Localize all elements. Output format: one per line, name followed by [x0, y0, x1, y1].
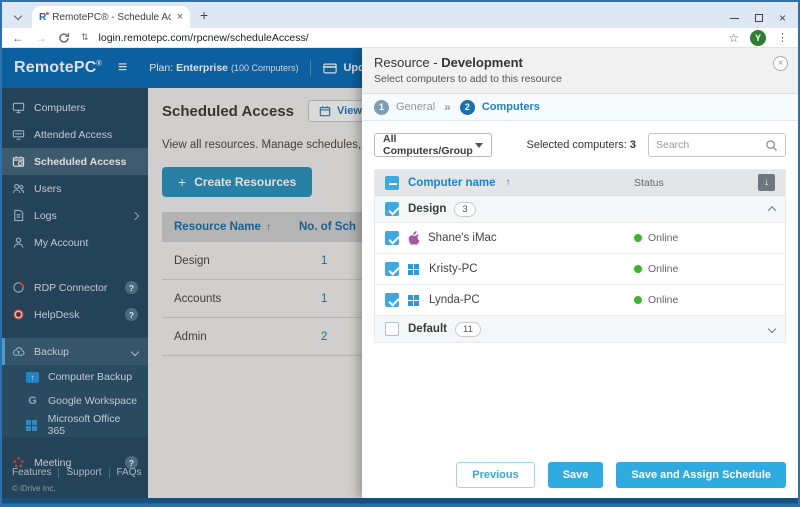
resource-panel: Resource - Development Select computers … — [362, 48, 798, 498]
previous-button[interactable]: Previous — [456, 462, 534, 488]
panel-title: Resource - Development — [374, 55, 786, 70]
search-icon[interactable] — [765, 139, 778, 152]
group-count-badge: 11 — [455, 322, 481, 337]
computer-row[interactable]: Kristy-PC Online — [375, 254, 785, 285]
remotepc-favicon: R — [39, 12, 46, 23]
search-input[interactable] — [656, 139, 761, 151]
address-bar: ← → ⇅ login.remotepc.com/rpcnew/schedule… — [2, 28, 798, 48]
steps-separator-icon: » — [444, 100, 451, 114]
bookmark-star-icon[interactable]: ☆ — [728, 31, 739, 45]
windows-icon — [408, 295, 421, 306]
panel-header: Resource - Development Select computers … — [362, 48, 798, 94]
tab-close-icon[interactable]: × — [177, 11, 183, 23]
computer-checkbox[interactable] — [385, 262, 399, 276]
maximize-icon[interactable] — [755, 14, 763, 22]
window-close-icon[interactable]: × — [779, 14, 786, 22]
window-controls: × — [730, 14, 798, 28]
select-all-checkbox[interactable] — [385, 176, 399, 190]
app-window: RemotePC® ≡ Plan: Enterprise (100 Comput… — [2, 48, 798, 498]
reload-icon[interactable] — [58, 32, 70, 44]
browser-menu-icon[interactable]: ⋮ — [777, 31, 788, 44]
close-icon[interactable]: × — [773, 56, 788, 71]
sort-asc-icon[interactable]: ↑ — [506, 177, 511, 188]
group-count-badge: 3 — [454, 202, 475, 217]
panel-body: All Computers/Group Selected computers: … — [362, 121, 798, 462]
wizard-steps: 1 General » 2 Computers — [362, 94, 798, 121]
panel-footer: Previous Save Save and Assign Schedule — [362, 462, 798, 498]
computer-row[interactable]: Shane's iMac Online — [375, 223, 785, 254]
site-info-icon[interactable]: ⇅ — [81, 32, 88, 43]
online-status-dot — [634, 265, 642, 273]
back-icon[interactable]: ← — [12, 32, 24, 44]
save-assign-schedule-button[interactable]: Save and Assign Schedule — [616, 462, 786, 488]
window-bottom-edge — [2, 498, 798, 505]
group-checkbox[interactable] — [385, 202, 399, 216]
computers-group-dropdown[interactable]: All Computers/Group — [374, 133, 492, 157]
save-button[interactable]: Save — [548, 462, 604, 488]
download-icon[interactable]: ↓ — [758, 174, 775, 191]
forward-icon[interactable]: → — [35, 32, 47, 44]
selected-computers-count: Selected computers: 3 — [527, 139, 636, 151]
caret-down-icon — [475, 143, 483, 148]
browser-avatar[interactable]: Y — [750, 30, 766, 46]
windows-icon — [408, 264, 421, 275]
apple-icon — [408, 231, 420, 245]
online-status-dot — [634, 234, 642, 242]
computers-table-header: Computer name↑ Status ↓ — [375, 170, 785, 196]
computer-checkbox[interactable] — [385, 231, 399, 245]
group-row-design[interactable]: Design3 — [375, 196, 785, 223]
new-tab-icon[interactable]: + — [200, 7, 208, 23]
chevron-up-icon[interactable] — [768, 206, 776, 214]
url-text[interactable]: login.remotepc.com/rpcnew/scheduleAccess… — [99, 32, 309, 44]
tab-title: RemotePC® - Schedule Access — [52, 12, 170, 23]
browser-tab-strip: R RemotePC® - Schedule Access × + × — [2, 2, 798, 28]
computer-checkbox[interactable] — [385, 293, 399, 307]
group-checkbox[interactable] — [385, 322, 399, 336]
computers-table: Computer name↑ Status ↓ Design3 Shane's … — [374, 169, 786, 343]
search-box — [648, 133, 786, 157]
step-general[interactable]: 1 General — [374, 100, 435, 115]
step-computers[interactable]: 2 Computers — [460, 100, 540, 115]
panel-subtitle: Select computers to add to this resource — [374, 73, 786, 85]
online-status-dot — [634, 296, 642, 304]
browser-tab[interactable]: R RemotePC® - Schedule Access × — [32, 6, 190, 28]
group-row-default[interactable]: Default11 — [375, 316, 785, 343]
tab-search-icon[interactable] — [10, 8, 26, 24]
computer-row[interactable]: Lynda-PC Online — [375, 285, 785, 316]
minimize-icon[interactable] — [730, 18, 739, 19]
chevron-down-icon[interactable] — [768, 325, 776, 333]
